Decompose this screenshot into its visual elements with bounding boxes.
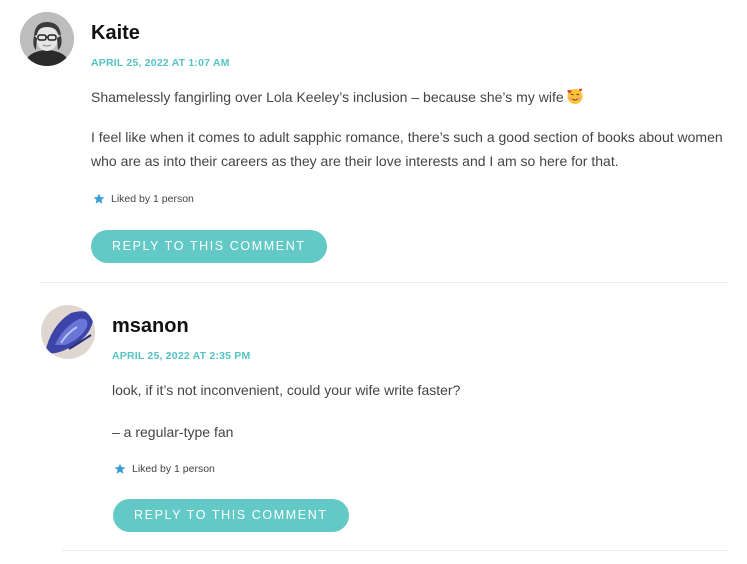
star-icon bbox=[93, 193, 105, 205]
likes-row: Liked by 1 person bbox=[93, 193, 194, 205]
smiling-face-with-hearts-icon bbox=[566, 87, 584, 105]
comment-text: Shamelessly fangirling over Lola Keeley’… bbox=[91, 89, 564, 105]
comment-paragraph: I feel like when it comes to adult sapph… bbox=[91, 129, 723, 169]
comment-author[interactable]: Kaite bbox=[91, 12, 730, 45]
avatar-msanon-image bbox=[41, 305, 95, 359]
comment-date-link[interactable]: APRIL 25, 2022 AT 1:07 AM bbox=[91, 57, 730, 70]
comment-paragraph: Shamelessly fangirling over Lola Keeley’… bbox=[91, 85, 730, 109]
comment-paragraph: – a regular-type fan bbox=[112, 424, 234, 440]
reply-button[interactable]: REPLY TO THIS COMMENT bbox=[91, 230, 327, 263]
comment-author[interactable]: msanon bbox=[112, 305, 731, 338]
likes-row: Liked by 1 person bbox=[114, 463, 215, 475]
reply-button[interactable]: REPLY TO THIS COMMENT bbox=[113, 499, 349, 532]
comment-divider bbox=[63, 550, 727, 551]
comment-date-link[interactable]: APRIL 25, 2022 AT 2:35 PM bbox=[112, 350, 731, 363]
star-icon bbox=[114, 463, 126, 475]
comment-paragraph: look, if it’s not inconvenient, could yo… bbox=[112, 382, 461, 398]
avatar-kaite-image bbox=[20, 12, 74, 66]
comment-divider bbox=[41, 282, 727, 283]
avatar-kaite[interactable] bbox=[20, 12, 74, 66]
likes-link[interactable]: Liked by 1 person bbox=[132, 463, 215, 475]
avatar-msanon[interactable] bbox=[41, 305, 95, 359]
likes-link[interactable]: Liked by 1 person bbox=[111, 193, 194, 205]
